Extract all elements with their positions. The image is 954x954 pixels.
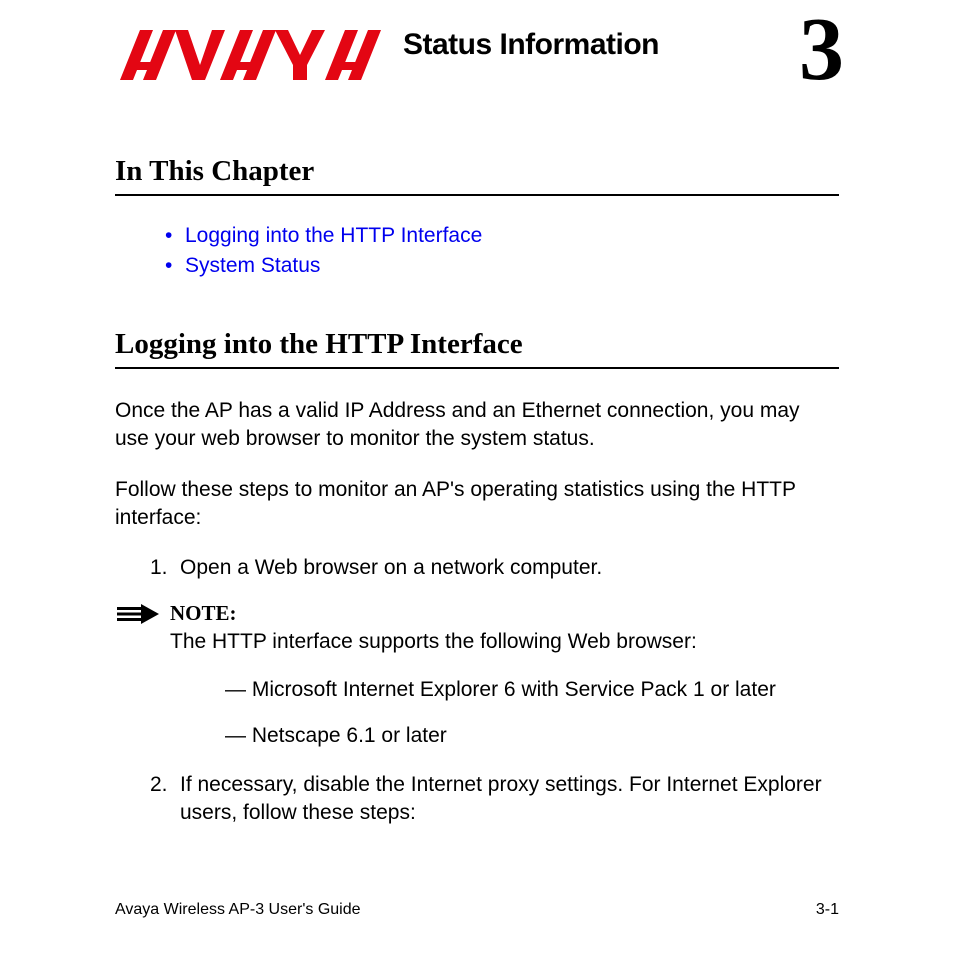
intro-para-1: Once the AP has a valid IP Address and a… xyxy=(115,397,839,454)
toc-link-logging[interactable]: •Logging into the HTTP Interface xyxy=(165,224,839,248)
note-text: The HTTP interface supports the followin… xyxy=(170,628,839,656)
toc-list: •Logging into the HTTP Interface •System… xyxy=(115,224,839,278)
avaya-logo xyxy=(115,20,395,95)
note-label: NOTE: xyxy=(170,601,839,626)
steps-list: 1. Open a Web browser on a network compu… xyxy=(115,554,839,582)
browser-item-netscape: — Netscape 6.1 or later xyxy=(225,722,839,750)
heading-logging-http: Logging into the HTTP Interface xyxy=(115,328,839,361)
arrow-icon xyxy=(115,604,163,629)
browser-list: — Microsoft Internet Explorer 6 with Ser… xyxy=(170,676,839,751)
footer-page-number: 3-1 xyxy=(816,901,839,919)
section-rule xyxy=(115,194,839,196)
step-1: 1. Open a Web browser on a network compu… xyxy=(150,554,839,582)
footer-guide-title: Avaya Wireless AP-3 User's Guide xyxy=(115,901,361,919)
note-block: NOTE: The HTTP interface supports the fo… xyxy=(115,601,839,751)
browser-item-ie: — Microsoft Internet Explorer 6 with Ser… xyxy=(225,676,839,704)
section-rule xyxy=(115,367,839,369)
step-2: 2. If necessary, disable the Internet pr… xyxy=(150,771,839,828)
steps-list-cont: 2. If necessary, disable the Internet pr… xyxy=(115,771,839,828)
heading-in-this-chapter: In This Chapter xyxy=(115,155,839,188)
intro-para-2: Follow these steps to monitor an AP's op… xyxy=(115,476,839,533)
page-header: Status Information 3 xyxy=(115,20,839,95)
chapter-number: 3 xyxy=(799,5,844,95)
page-footer: Avaya Wireless AP-3 User's Guide 3-1 xyxy=(115,901,839,919)
chapter-title: Status Information xyxy=(403,28,659,62)
toc-link-system-status[interactable]: •System Status xyxy=(165,254,839,278)
